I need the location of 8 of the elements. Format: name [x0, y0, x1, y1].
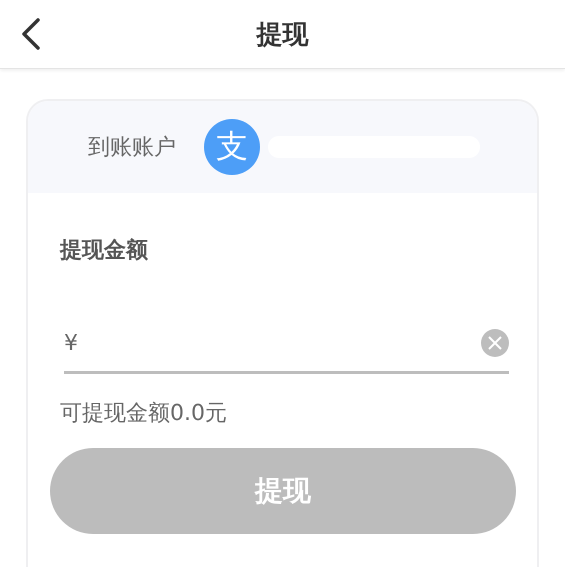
available-amount: 可提现金额0.0元 [60, 400, 228, 428]
amount-field[interactable]: ¥ [64, 325, 509, 374]
page-title: 提现 [256, 18, 308, 52]
payment-logo: 支 [204, 119, 260, 175]
currency-symbol: ¥ [64, 331, 78, 356]
amount-heading: 提现金额 [60, 237, 149, 265]
back-icon[interactable] [20, 18, 42, 50]
account-label: 到账账户 [88, 134, 176, 162]
